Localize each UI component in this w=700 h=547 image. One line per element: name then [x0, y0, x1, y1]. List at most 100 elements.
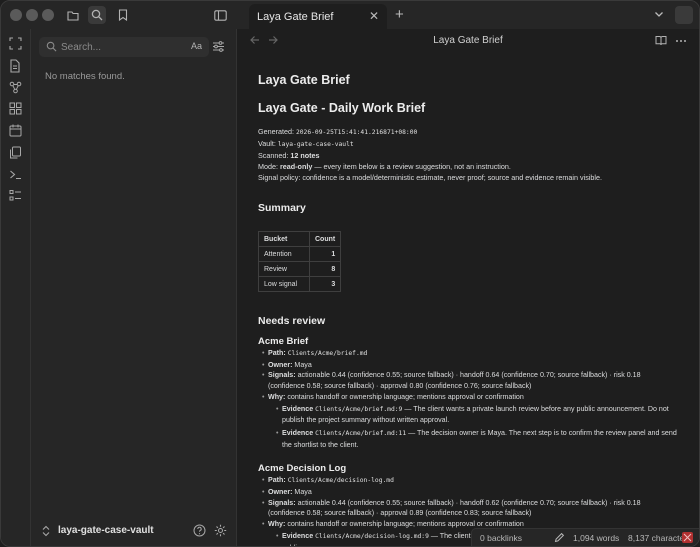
gear-icon[interactable]	[214, 524, 227, 537]
why-label: Why:	[268, 392, 286, 401]
view-title: Laya Gate Brief	[433, 35, 503, 46]
bookmark-icon[interactable]	[114, 6, 132, 24]
evidence-label: Evidence	[282, 404, 314, 413]
more-vertical-icon[interactable]	[675, 35, 687, 47]
search-icon	[46, 41, 58, 53]
signals-label: Signals:	[268, 371, 296, 380]
signals-value: actionable 0.44 (confidence 0.55; source…	[268, 371, 641, 391]
inline-title[interactable]: Laya Gate Brief	[258, 73, 678, 87]
search-box: Aa	[39, 37, 209, 57]
open-quick-switcher-icon[interactable]	[9, 37, 23, 51]
sidebar-toggle-icon[interactable]	[211, 6, 229, 24]
table-row: Low signal 3	[258, 276, 342, 292]
status-bar: 0 backlinks 1,094 words 8,137 characters	[471, 528, 699, 546]
book-open-icon[interactable]	[655, 35, 667, 47]
signals-label: Signals:	[268, 498, 296, 507]
generated-label: Generated:	[258, 127, 294, 136]
folder-icon[interactable]	[64, 6, 82, 24]
window-menu-button[interactable]	[675, 6, 693, 24]
summary-heading: Summary	[258, 202, 306, 214]
generated-line: Generated: 2026-09-25T15:41:41.216871+08…	[258, 126, 678, 138]
list-item: Owner: Maya	[262, 487, 678, 498]
vault-name[interactable]: laya-gate-case-vault	[58, 525, 154, 536]
table-header-bucket: Bucket	[258, 231, 310, 247]
table-cell-count: 1	[308, 246, 342, 262]
mode-line: Mode: read-only — every item below is a …	[258, 161, 678, 172]
file-icon[interactable]	[9, 59, 23, 73]
scanned-line: Scanned: 12 notes	[258, 150, 678, 161]
tab-title: Laya Gate Brief	[257, 10, 334, 23]
evidence-item: Evidence Clients/Acme/brief.md:9 — The c…	[276, 404, 678, 426]
match-case-toggle[interactable]: Aa	[191, 41, 202, 51]
signal-policy-line: Signal policy: confidence is a model/det…	[258, 173, 602, 182]
empty-search-message: No matches found.	[45, 71, 125, 82]
evidence-ref: Clients/Acme/brief.md:11	[315, 429, 407, 437]
graph-icon[interactable]	[9, 81, 23, 95]
item-details: Path: Clients/Acme/brief.md Owner: Maya …	[258, 348, 678, 450]
tab-laya-gate-brief[interactable]: Laya Gate Brief ✕	[249, 4, 387, 29]
terminal-icon[interactable]	[9, 168, 23, 182]
window-close-button[interactable]	[10, 9, 22, 21]
table-row: Attention 1	[258, 246, 342, 262]
filter-icon[interactable]	[212, 40, 226, 54]
canvas-icon[interactable]	[9, 102, 23, 116]
ribbon	[1, 29, 31, 546]
pencil-icon[interactable]	[554, 532, 565, 543]
window-zoom-button[interactable]	[42, 9, 54, 21]
table-cell-count: 3	[308, 276, 342, 292]
path-value: Clients/Acme/decision-log.md	[287, 477, 394, 485]
owner-label: Owner:	[268, 360, 293, 369]
calendar-icon[interactable]	[9, 124, 23, 138]
evidence-list: Evidence Clients/Acme/brief.md:9 — The c…	[268, 404, 678, 451]
owner-label: Owner:	[268, 488, 293, 497]
note-metadata: Generated: 2026-09-25T15:41:41.216871+08…	[258, 126, 678, 183]
mode-label: Mode:	[258, 162, 278, 171]
scanned-value: 12 notes	[290, 151, 320, 160]
left-sidebar: Aa No matches found. laya-gate-case-vaul…	[31, 29, 237, 546]
vault-line: Vault: laya-gate-case-vault	[258, 138, 678, 150]
evidence-ref: Clients/Acme/decision-log.md:9	[315, 532, 429, 540]
list-item: Why: contains handoff or ownership langu…	[262, 392, 678, 451]
vault-value: laya-gate-case-vault	[277, 141, 354, 148]
evidence-ref: Clients/Acme/brief.md:9	[315, 405, 403, 413]
chevron-updown-icon[interactable]	[42, 525, 52, 537]
table-header-row: Bucket Count	[258, 231, 342, 247]
list-item: Signals: actionable 0.44 (confidence 0.5…	[262, 370, 678, 391]
path-label: Path:	[268, 476, 286, 485]
table-cell-bucket: Review	[258, 261, 310, 277]
item-title: Acme Brief	[258, 336, 309, 347]
vault-label: Vault:	[258, 139, 276, 148]
vault-bar: laya-gate-case-vault	[31, 516, 236, 546]
path-value: Clients/Acme/brief.md	[287, 350, 368, 357]
owner-value: Maya	[294, 488, 312, 497]
search-icon[interactable]	[88, 6, 106, 24]
table-cell-bucket: Attention	[258, 246, 310, 262]
tab-bar: Laya Gate Brief ✕ +	[249, 1, 699, 29]
needs-review-heading: Needs review	[258, 315, 326, 327]
note-content: Laya Gate Brief Laya Gate - Daily Work B…	[258, 73, 678, 546]
evidence-item: Evidence Clients/Acme/brief.md:11 — The …	[276, 428, 678, 450]
table-row: Review 8	[258, 261, 342, 277]
plus-icon[interactable]: +	[395, 7, 404, 22]
list-item: Signals: actionable 0.44 (confidence 0.5…	[262, 498, 678, 519]
chevron-down-icon[interactable]	[653, 8, 669, 22]
evidence-label: Evidence	[282, 428, 314, 437]
list-item: Path: Clients/Acme/brief.md	[262, 348, 678, 360]
copy-icon[interactable]	[9, 146, 23, 160]
close-icon[interactable]: ✕	[367, 9, 381, 23]
why-value: contains handoff or ownership language; …	[287, 392, 524, 401]
scanned-label: Scanned:	[258, 151, 289, 160]
help-icon[interactable]	[193, 524, 206, 537]
evidence-label: Evidence	[282, 531, 314, 540]
window-minimize-button[interactable]	[26, 9, 38, 21]
backlinks-count[interactable]: 0 backlinks	[480, 533, 522, 543]
word-count: 1,094 words	[573, 533, 620, 543]
main-pane: Laya Gate Brief Laya Gate Brief Laya Gat…	[237, 29, 699, 546]
list-icon[interactable]	[9, 189, 23, 203]
list-item: Path: Clients/Acme/decision-log.md	[262, 475, 678, 487]
path-label: Path:	[268, 349, 286, 357]
search-input[interactable]	[61, 37, 181, 57]
mode-text: — every item below is a review suggestio…	[312, 162, 511, 171]
signals-value: actionable 0.44 (confidence 0.55; source…	[268, 498, 641, 518]
sync-error-icon[interactable]	[682, 532, 693, 543]
